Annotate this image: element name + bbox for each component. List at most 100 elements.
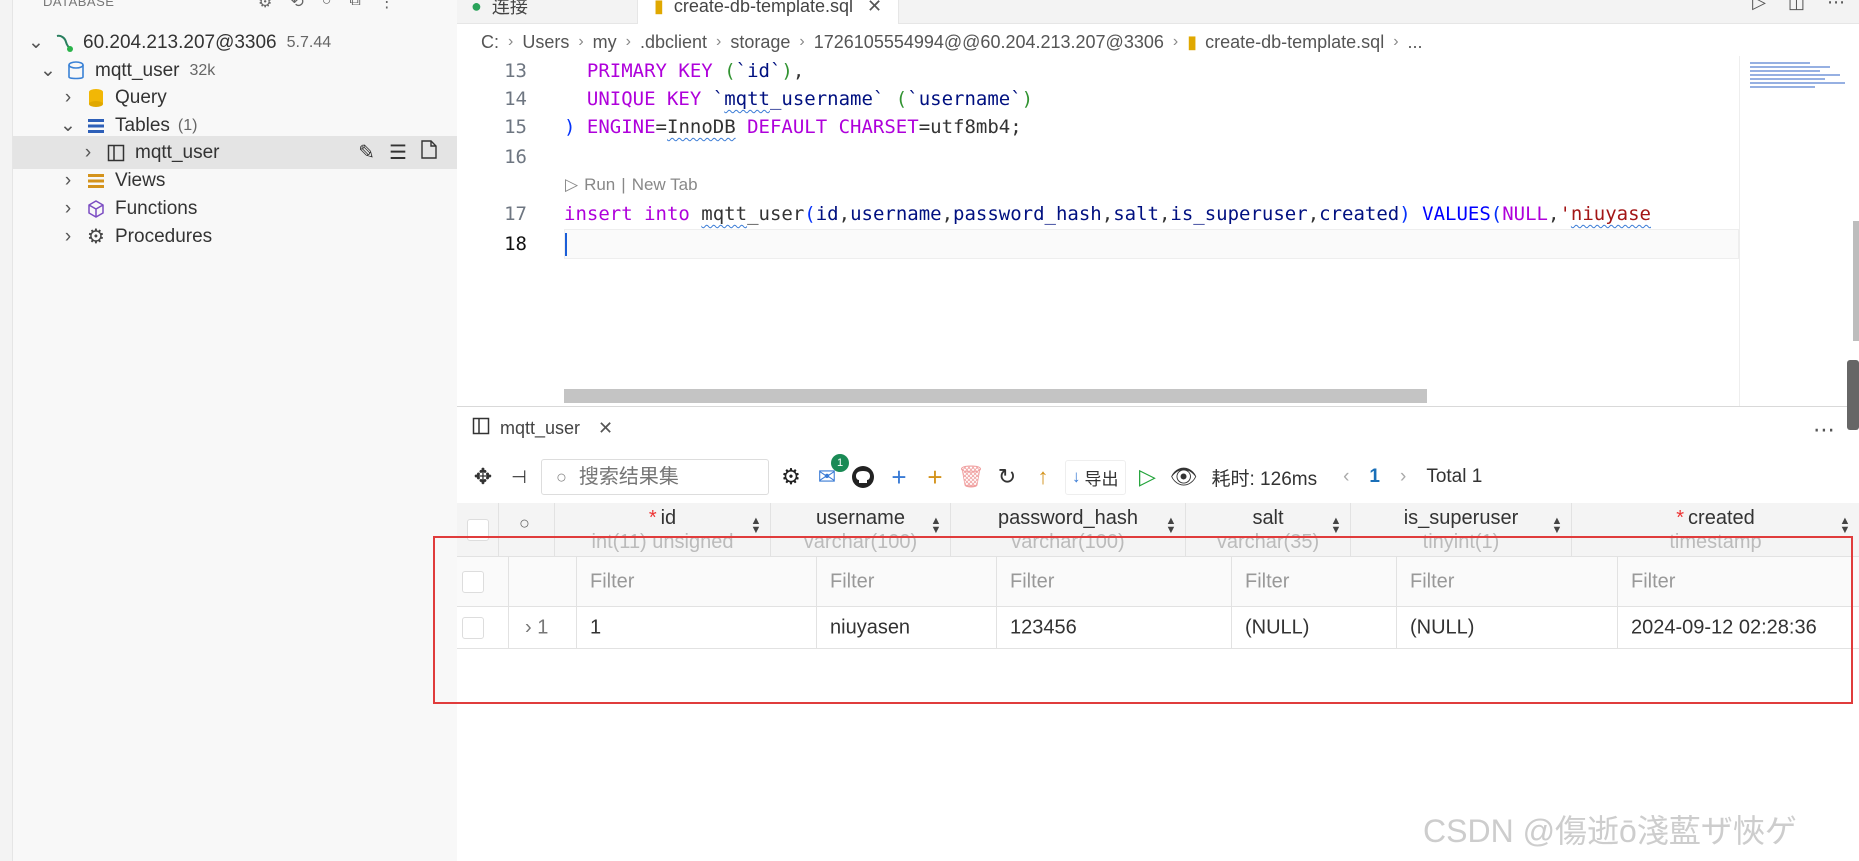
- edge-scrollbar: [1847, 360, 1859, 430]
- pin-icon[interactable]: ⊣: [505, 463, 533, 491]
- breadcrumb-item[interactable]: create-db-template.sql: [1205, 32, 1384, 53]
- breadcrumb-item[interactable]: .dbclient: [640, 32, 707, 53]
- chevron-down-icon[interactable]: ⌄: [59, 115, 77, 136]
- chevron-right-icon[interactable]: ›: [59, 87, 77, 108]
- database-name: mqtt_user: [95, 59, 180, 81]
- eye-icon[interactable]: 👁: [1170, 463, 1198, 491]
- tab-create-db-template[interactable]: ▮ create-db-template.sql ✕: [637, 0, 900, 24]
- code-text: ) ENGINE=InnoDB DEFAULT CHARSET=utf8mb4;: [564, 116, 1022, 138]
- minimap-line: [1750, 74, 1840, 76]
- query-icon: [85, 87, 107, 109]
- arrow-down-icon: ↓: [1072, 467, 1081, 486]
- chevron-right-icon[interactable]: ›: [59, 226, 77, 247]
- edit-icon[interactable]: ✎: [358, 140, 375, 165]
- minimap[interactable]: [1739, 56, 1857, 406]
- gear-icon[interactable]: ⚙: [258, 0, 272, 12]
- minimap-line: [1750, 70, 1820, 72]
- chevron-left-icon[interactable]: ‹: [1343, 466, 1349, 488]
- chevron-right-icon: ›: [1393, 33, 1399, 50]
- close-icon[interactable]: ✕: [867, 0, 882, 17]
- chevron-down-icon[interactable]: ⌄: [27, 32, 45, 53]
- watermark: CSDN @傷逝ō淺藍ザ悏ゲ: [1423, 813, 1797, 849]
- search-field[interactable]: [578, 465, 749, 489]
- breadcrumb-item[interactable]: my: [593, 32, 617, 53]
- chevron-right-icon: ›: [799, 33, 805, 50]
- breadcrumb-item[interactable]: ...: [1408, 32, 1423, 53]
- chevron-right-icon: ›: [625, 33, 631, 50]
- add-icon[interactable]: +: [885, 462, 913, 492]
- move-icon[interactable]: ✥: [469, 463, 497, 491]
- export-button[interactable]: ↓ 导出: [1065, 459, 1126, 495]
- tree-item-label: Procedures: [115, 225, 213, 247]
- tab-connection[interactable]: ● 连接: [471, 0, 528, 24]
- chevron-right-icon[interactable]: ›: [59, 170, 77, 191]
- history-icon[interactable]: ⟲: [290, 0, 303, 12]
- mail-icon[interactable]: ✉ 1: [813, 454, 849, 491]
- line-number: 18: [504, 233, 527, 255]
- codelens-new-tab[interactable]: New Tab: [632, 175, 698, 195]
- chevron-right-icon[interactable]: ›: [59, 198, 77, 219]
- breadcrumb-item[interactable]: storage: [730, 32, 790, 53]
- refresh-icon[interactable]: ↻: [993, 463, 1021, 491]
- breadcrumb-item[interactable]: Users: [522, 32, 569, 53]
- split-icon[interactable]: ◫: [1788, 0, 1805, 13]
- document-icon[interactable]: [421, 140, 437, 165]
- sort-icon[interactable]: ▲ ▼: [1330, 516, 1342, 536]
- tree-item-label: Functions: [115, 197, 198, 219]
- collapse-icon[interactable]: ⧉: [349, 0, 360, 12]
- connection-host: 60.204.213.207@3306: [83, 31, 277, 53]
- sort-icon[interactable]: ▲ ▼: [1551, 516, 1563, 536]
- tab-label: 连接: [491, 0, 528, 17]
- sort-icon[interactable]: ▲ ▼: [1839, 516, 1851, 536]
- more-icon[interactable]: ⋮: [379, 0, 395, 12]
- sidebar-title: DATABASE: [43, 0, 115, 9]
- arrow-up-icon[interactable]: ↑: [1029, 463, 1057, 491]
- codelens-run[interactable]: Run: [584, 175, 615, 195]
- tab-result-mqtt-user[interactable]: mqtt_user ✕: [472, 407, 626, 451]
- page-number[interactable]: 1: [1369, 466, 1380, 488]
- tree-item-procedures[interactable]: › ⚙ Procedures: [13, 220, 457, 253]
- chevron-right-icon: ›: [578, 33, 584, 50]
- highlight-annotation: [433, 536, 1853, 704]
- more-icon[interactable]: ⋯: [1813, 417, 1835, 443]
- code-line: 17 insert into mqtt_user(id,username,pas…: [457, 199, 1737, 229]
- column-name: salt: [1252, 507, 1284, 529]
- tree-item-label: mqtt_user: [135, 141, 220, 163]
- check-circle-icon: ●: [471, 0, 482, 16]
- database-icon: ▮: [654, 0, 664, 16]
- sort-icon[interactable]: ▲ ▼: [1165, 516, 1177, 536]
- sort-icon[interactable]: ▲ ▼: [750, 516, 762, 536]
- dolphin-icon: [53, 32, 75, 54]
- vertical-scrollbar[interactable]: [1853, 221, 1859, 341]
- search-icon[interactable]: ○: [519, 513, 530, 534]
- breadcrumb-item[interactable]: C:: [481, 32, 499, 53]
- code-editor[interactable]: 13 PRIMARY KEY (`id`), 14 UNIQUE KEY `mq…: [457, 56, 1859, 406]
- horizontal-scrollbar[interactable]: [564, 389, 1427, 403]
- column-name: password_hash: [997, 507, 1139, 529]
- delete-icon[interactable]: 🗑: [957, 463, 985, 491]
- code-line: 18: [457, 229, 1737, 259]
- gear-icon: ⚙: [87, 226, 105, 248]
- github-icon[interactable]: [849, 463, 877, 491]
- tree-item-label: Tables: [115, 114, 170, 136]
- refresh-icon[interactable]: ○: [322, 0, 332, 12]
- tree-item-label: Query: [115, 86, 167, 108]
- tab-label: create-db-template.sql: [673, 0, 853, 16]
- add-row-icon[interactable]: +: [921, 462, 949, 492]
- sidebar-header: DATABASE ⚙ ⟲ ○ ⧉ ⋮: [13, 0, 457, 14]
- close-icon[interactable]: ✕: [598, 418, 613, 439]
- chevron-down-icon[interactable]: ⌄: [39, 60, 57, 81]
- result-toolbar: ✥ ⊣ ○ ⚙ ✉1 + + 🗑 ↻ ↑ ↓ 导出 ▷ 👁 耗时: 126ms: [457, 454, 1859, 499]
- play-icon[interactable]: ▷: [565, 175, 578, 195]
- run-icon[interactable]: ▷: [1134, 463, 1162, 491]
- chevron-right-icon[interactable]: ›: [1400, 466, 1406, 488]
- run-icon[interactable]: ▷: [1752, 0, 1766, 13]
- sort-icon[interactable]: ▲ ▼: [930, 516, 942, 536]
- chevron-right-icon[interactable]: ›: [79, 142, 97, 163]
- list-icon[interactable]: ☰: [389, 140, 407, 165]
- search-input[interactable]: ○: [541, 459, 769, 495]
- chevron-right-icon: ›: [716, 33, 722, 50]
- breadcrumb-item[interactable]: 1726105554994@@60.204.213.207@3306: [814, 32, 1164, 53]
- gear-icon[interactable]: ⚙: [777, 463, 805, 491]
- more-icon[interactable]: ⋯: [1827, 0, 1845, 13]
